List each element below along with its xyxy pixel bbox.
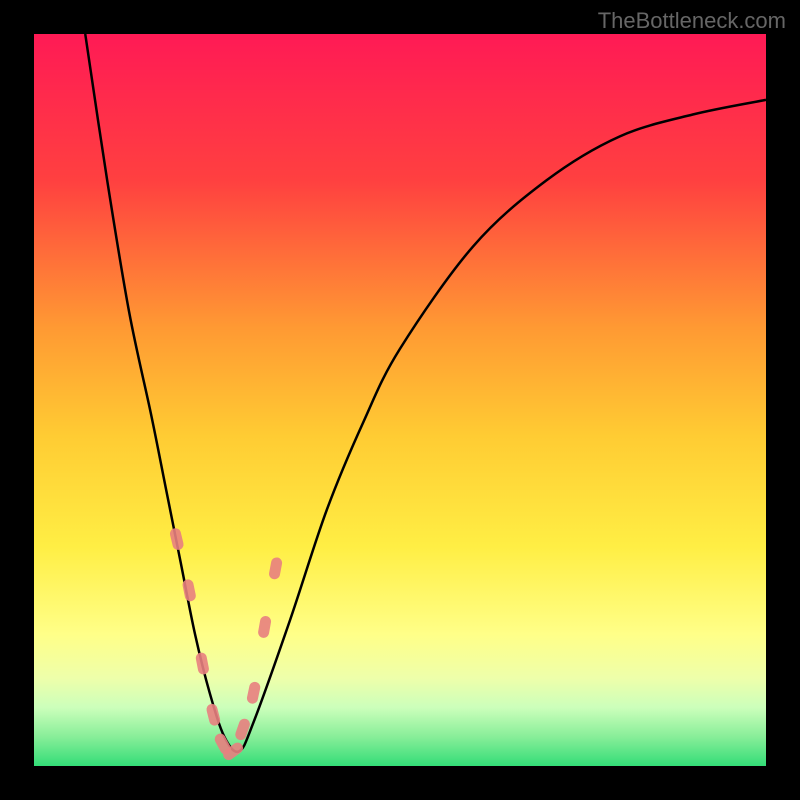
data-marker bbox=[195, 652, 210, 676]
chart-area bbox=[34, 34, 766, 766]
data-marker bbox=[182, 578, 197, 602]
data-marker bbox=[169, 527, 185, 551]
data-marker bbox=[268, 557, 283, 581]
data-marker bbox=[257, 615, 272, 639]
watermark: TheBottleneck.com bbox=[598, 8, 786, 34]
data-markers bbox=[169, 527, 283, 762]
data-marker bbox=[205, 703, 221, 727]
bottleneck-curve bbox=[85, 34, 766, 752]
data-marker bbox=[246, 681, 261, 705]
data-marker bbox=[234, 717, 252, 741]
chart-svg bbox=[34, 34, 766, 766]
